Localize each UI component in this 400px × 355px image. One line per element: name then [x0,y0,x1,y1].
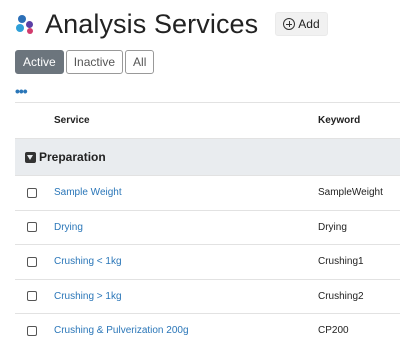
page-header: Analysis Services Add [15,6,328,42]
category-label: Preparation [39,150,106,164]
table-row: Drying Drying [15,209,400,245]
senaite-logo-icon [15,13,37,35]
page-title: Analysis Services [45,8,259,39]
table-row: Crushing < 1kg Crushing1 [15,244,400,279]
add-button-label: Add [298,17,320,31]
service-link[interactable]: Sample Weight [54,187,122,198]
keyword-cell: SampleWeight [318,187,383,199]
add-button[interactable]: Add [275,12,328,36]
table-row: Crushing & Pulverization 200g CP200 [15,313,400,348]
table-header: Service Keyword [15,102,400,138]
keyword-cell: Crushing2 [318,290,364,302]
more-options-icon[interactable]: ••• [15,84,28,98]
keyword-cell: Drying [318,221,347,233]
service-link[interactable]: Crushing < 1kg [54,256,122,267]
service-link[interactable]: Drying [54,222,83,233]
keyword-cell: Crushing1 [318,256,364,268]
review-state-filters: Active Inactive All [15,50,156,74]
row-checkbox[interactable] [27,256,37,267]
row-checkbox[interactable] [27,222,37,233]
filter-inactive-button[interactable]: Inactive [65,50,124,74]
row-checkbox[interactable] [27,325,37,336]
page: Analysis Services Add Active Inactive Al… [0,0,400,355]
table-row: Crushing > 1kg Crushing2 [15,278,400,314]
service-link[interactable]: Crushing > 1kg [54,291,122,302]
filter-active-button[interactable]: Active [15,50,64,74]
plus-circle-icon [283,18,296,30]
keyword-cell: CP200 [318,325,349,337]
filter-all-button[interactable]: All [125,50,155,74]
column-header-keyword[interactable]: Keyword [318,115,360,126]
column-header-service[interactable]: Service [54,115,90,126]
category-row[interactable]: Preparation [15,138,400,175]
caret-down-icon[interactable] [25,151,36,163]
row-checkbox[interactable] [27,291,37,302]
table-row: Sample Weight SampleWeight [15,175,400,210]
row-checkbox[interactable] [27,187,37,198]
services-table: Service Keyword Preparation Sample Weigh… [15,102,400,348]
service-link[interactable]: Crushing & Pulverization 200g [54,325,189,336]
